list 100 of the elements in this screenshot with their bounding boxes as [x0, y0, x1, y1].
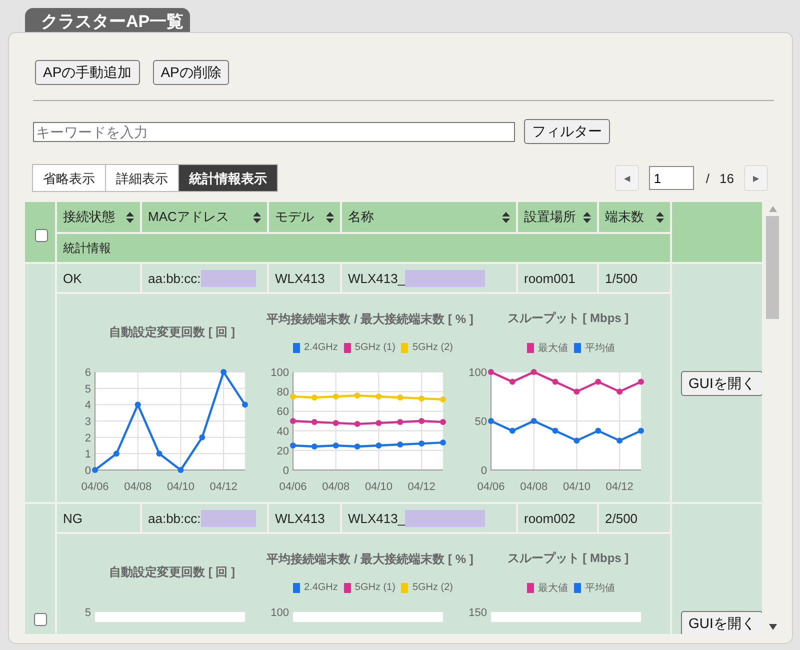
view-tab[interactable]: 詳細表示 — [106, 165, 179, 191]
point — [616, 388, 623, 395]
chart-title: スループット [ Mbps ] — [507, 550, 629, 566]
action-button[interactable]: APの削除 — [152, 60, 230, 85]
y-tick-label: 20 — [276, 445, 289, 458]
x-tick-label: 04/08 — [322, 481, 350, 493]
select-all-checkbox[interactable] — [35, 229, 48, 242]
y-tick-label: 5 — [84, 607, 91, 619]
point — [354, 420, 360, 427]
x-tick-label: 04/12 — [210, 481, 238, 493]
point — [509, 428, 516, 434]
point — [290, 418, 296, 424]
filter-button[interactable]: フィルター — [524, 119, 610, 144]
mac-address: aa:bb:cc: — [148, 270, 201, 286]
point — [595, 378, 602, 385]
table-cell: room001 — [518, 264, 597, 292]
column-header[interactable]: モデル — [269, 202, 340, 232]
view-tab[interactable]: 省略表示 — [33, 165, 106, 191]
point — [574, 438, 580, 444]
y-tick-label: 0 — [84, 465, 91, 477]
table-cell: WLX413 — [269, 504, 340, 532]
point — [311, 418, 318, 425]
point — [156, 450, 162, 457]
point — [290, 442, 296, 448]
page-number-field[interactable]: 1 — [648, 166, 694, 190]
keyword-input-field[interactable]: キーワードを入力 — [33, 122, 515, 142]
sort-icon — [583, 212, 591, 222]
point — [332, 442, 339, 448]
y-tick-label: 1 — [84, 448, 91, 461]
next-page-button[interactable]: ▶ — [744, 165, 768, 191]
y-tick-label: 50 — [474, 416, 487, 428]
point — [638, 428, 644, 434]
legend-label: 5GHz (2) — [412, 582, 454, 593]
table-cell: WLX413 — [269, 264, 340, 292]
previous-page-button[interactable]: ◀ — [614, 165, 639, 191]
legend-label: 最大値 — [538, 582, 568, 594]
column-header[interactable]: 名称 — [342, 202, 516, 232]
point — [595, 428, 602, 434]
x-tick-label: 04/12 — [408, 481, 436, 493]
view-tab[interactable]: 統計情報表示 — [179, 165, 277, 191]
chart-title: 自動設定変更回数 [ 回 ] — [109, 324, 235, 340]
table-cell: 2/500 — [599, 504, 670, 532]
point — [552, 378, 558, 385]
sort-icon — [502, 212, 510, 222]
sort-icon — [253, 212, 261, 222]
chart-title: 自動設定変更回数 [ 回 ] — [109, 564, 235, 580]
legend-label: 平均値 — [585, 342, 615, 354]
column-header[interactable]: MACアドレス — [142, 202, 267, 232]
point — [178, 467, 184, 473]
mac-address: aa:bb:cc: — [148, 510, 201, 526]
point — [92, 467, 98, 473]
x-tick-label: 04/08 — [124, 481, 152, 493]
point — [242, 402, 248, 408]
point — [332, 420, 339, 426]
sort-icon — [326, 212, 334, 222]
chart-title: スループット [ Mbps ] — [507, 310, 629, 326]
row-checkbox[interactable] — [34, 613, 47, 626]
y-tick-label: 150 — [468, 607, 487, 619]
point — [354, 443, 360, 450]
point — [574, 388, 580, 395]
open-gui-button[interactable]: GUIを開く — [680, 370, 762, 396]
y-tick-label: 4 — [84, 400, 91, 412]
point — [376, 394, 382, 400]
point — [376, 420, 382, 426]
scroll-thumb[interactable] — [766, 216, 779, 319]
ap-name: WLX413_ — [348, 270, 406, 286]
point — [199, 434, 206, 440]
x-tick-label: 04/08 — [520, 481, 548, 493]
table-cell: 1/500 — [599, 264, 670, 292]
legend-label: 5GHz (1) — [354, 342, 396, 353]
y-tick-label: 6 — [84, 367, 91, 379]
column-header[interactable]: 端末数 — [599, 202, 670, 232]
y-tick-label: 5 — [84, 383, 91, 396]
y-tick-label: 3 — [84, 416, 91, 428]
y-tick-label: 100 — [270, 607, 289, 619]
column-header[interactable]: 設置場所 — [518, 202, 597, 232]
y-tick-label: 0 — [480, 465, 487, 477]
scroll-down-icon[interactable] — [768, 624, 776, 630]
point — [397, 442, 404, 448]
point — [440, 440, 446, 446]
y-tick-label: 40 — [276, 426, 289, 438]
point — [220, 369, 227, 375]
open-gui-button[interactable]: GUIを開く — [680, 610, 762, 634]
point — [354, 392, 360, 399]
page-separator: / — [706, 170, 710, 186]
point — [332, 394, 339, 400]
point — [113, 450, 120, 457]
y-tick-label: 100 — [270, 367, 289, 379]
y-tick-label: 60 — [276, 406, 289, 418]
point — [530, 369, 537, 375]
legend-label: 最大値 — [538, 342, 568, 354]
point — [311, 443, 318, 450]
point — [376, 442, 382, 448]
legend-label: 5GHz (2) — [412, 342, 454, 353]
point — [311, 394, 318, 400]
column-header[interactable]: 接続状態 — [57, 202, 140, 232]
action-button[interactable]: APの手動追加 — [35, 60, 140, 85]
point — [638, 378, 644, 385]
x-tick-label: 04/10 — [562, 481, 590, 493]
sort-icon — [656, 212, 664, 222]
